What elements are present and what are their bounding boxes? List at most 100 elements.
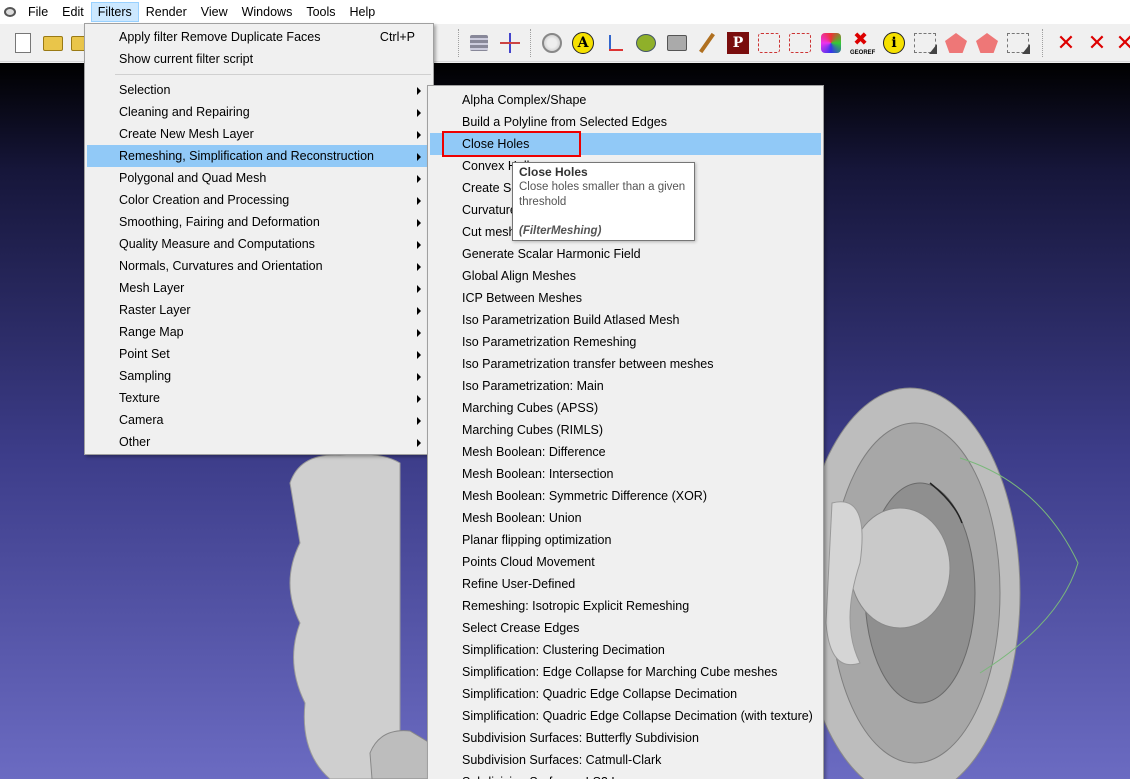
submenu-item-marching-cubes-apss[interactable]: Marching Cubes (APSS)	[430, 397, 821, 419]
submenu-item-simplification-quadric-edge-collapse-decimation-with-texture[interactable]: Simplification: Quadric Edge Collapse De…	[430, 705, 821, 727]
menu-category-raster-layer[interactable]: Raster Layer	[87, 299, 431, 321]
submenu-item-global-align-meshes[interactable]: Global Align Meshes	[430, 265, 821, 287]
delete-vertices-icon[interactable]: ✕	[1053, 30, 1079, 56]
menu-category-label: Remeshing, Simplification and Reconstruc…	[119, 149, 374, 163]
menu-show-filter-script[interactable]: Show current filter script	[87, 48, 431, 70]
submenu-item-label: Simplification: Quadric Edge Collapse De…	[462, 709, 813, 723]
menu-category-create-new-mesh-layer[interactable]: Create New Mesh Layer	[87, 123, 431, 145]
menu-category-normals-curvatures-and-orientation[interactable]: Normals, Curvatures and Orientation	[87, 255, 431, 277]
submenu-item-subdivision-surfaces-ls3-loop[interactable]: Subdivision Surfaces: LS3 Loop	[430, 771, 821, 779]
submenu-item-points-cloud-movement[interactable]: Points Cloud Movement	[430, 551, 821, 573]
submenu-item-label: Iso Parametrization: Main	[462, 379, 604, 393]
submenu-item-select-crease-edges[interactable]: Select Crease Edges	[430, 617, 821, 639]
open-folder-icon[interactable]	[40, 30, 66, 56]
menu-category-selection[interactable]: Selection	[87, 79, 431, 101]
menu-category-point-set[interactable]: Point Set	[87, 343, 431, 365]
submenu-item-simplification-quadric-edge-collapse-decimation[interactable]: Simplification: Quadric Edge Collapse De…	[430, 683, 821, 705]
globe-icon[interactable]	[539, 30, 565, 56]
menu-category-range-map[interactable]: Range Map	[87, 321, 431, 343]
submenu-item-build-a-polyline-from-selected-edges[interactable]: Build a Polyline from Selected Edges	[430, 111, 821, 133]
select-connected-icon[interactable]	[974, 30, 1000, 56]
submenu-item-mesh-boolean-symmetric-difference-xor[interactable]: Mesh Boolean: Symmetric Difference (XOR)	[430, 485, 821, 507]
submenu-item-label: Select Crease Edges	[462, 621, 580, 635]
menu-category-cleaning-and-repairing[interactable]: Cleaning and Repairing	[87, 101, 431, 123]
delete-selected-icon[interactable]: ✕	[1112, 30, 1130, 56]
submenu-item-label: Mesh Boolean: Union	[462, 511, 582, 525]
submenu-item-generate-scalar-harmonic-field[interactable]: Generate Scalar Harmonic Field	[430, 243, 821, 265]
georef-icon[interactable]: ✖ GEOREF	[849, 30, 875, 56]
submenu-item-mesh-boolean-union[interactable]: Mesh Boolean: Union	[430, 507, 821, 529]
delete-faces-icon[interactable]: ✕	[1084, 30, 1110, 56]
info-icon[interactable]: i	[881, 30, 907, 56]
corner-axes-icon[interactable]	[602, 30, 628, 56]
menu-help[interactable]: Help	[343, 2, 383, 22]
menu-category-camera[interactable]: Camera	[87, 409, 431, 431]
menu-category-label: Color Creation and Processing	[119, 193, 290, 207]
menu-category-color-creation-and-processing[interactable]: Color Creation and Processing	[87, 189, 431, 211]
toolbar-separator	[530, 29, 532, 57]
menu-category-mesh-layer[interactable]: Mesh Layer	[87, 277, 431, 299]
menu-file[interactable]: File	[21, 2, 55, 22]
color-icon[interactable]	[818, 30, 844, 56]
menu-category-texture[interactable]: Texture	[87, 387, 431, 409]
menu-category-quality-measure-and-computations[interactable]: Quality Measure and Computations	[87, 233, 431, 255]
submenu-item-label: Simplification: Clustering Decimation	[462, 643, 665, 657]
camera-icon[interactable]	[664, 30, 690, 56]
menu-category-smoothing-fairing-and-deformation[interactable]: Smoothing, Fairing and Deformation	[87, 211, 431, 233]
submenu-item-label: Points Cloud Movement	[462, 555, 595, 569]
menu-category-label: Smoothing, Fairing and Deformation	[119, 215, 320, 229]
submenu-item-icp-between-meshes[interactable]: ICP Between Meshes	[430, 287, 821, 309]
submenu-item-label: ICP Between Meshes	[462, 291, 582, 305]
menu-view[interactable]: View	[194, 2, 235, 22]
submenu-item-iso-parametrization-remeshing[interactable]: Iso Parametrization Remeshing	[430, 331, 821, 353]
select-pointer-icon[interactable]	[1005, 30, 1031, 56]
submenu-item-label: Planar flipping optimization	[462, 533, 612, 547]
menu-filters[interactable]: Filters	[90, 2, 139, 22]
pp-icon[interactable]: P	[725, 30, 751, 56]
menu-category-label: Normals, Curvatures and Orientation	[119, 259, 323, 273]
select-region-icon[interactable]	[943, 30, 969, 56]
app-eye-icon[interactable]	[3, 5, 17, 19]
submenu-item-iso-parametrization-main[interactable]: Iso Parametrization: Main	[430, 375, 821, 397]
menu-category-label: Polygonal and Quad Mesh	[119, 171, 267, 185]
submenu-item-refine-user-defined[interactable]: Refine User-Defined	[430, 573, 821, 595]
submenu-item-alpha-complex-shape[interactable]: Alpha Complex/Shape	[430, 89, 821, 111]
layers-icon[interactable]	[466, 30, 492, 56]
submenu-item-planar-flipping-optimization[interactable]: Planar flipping optimization	[430, 529, 821, 551]
submenu-item-label: Subdivision Surfaces: LS3 Loop	[462, 775, 639, 779]
menu-edit[interactable]: Edit	[55, 2, 91, 22]
submenu-item-iso-parametrization-build-atlased-mesh[interactable]: Iso Parametrization Build Atlased Mesh	[430, 309, 821, 331]
submenu-item-label: Remeshing: Isotropic Explicit Remeshing	[462, 599, 690, 613]
menu-tools[interactable]: Tools	[299, 2, 342, 22]
submenu-item-subdivision-surfaces-catmull-clark[interactable]: Subdivision Surfaces: Catmull-Clark	[430, 749, 821, 771]
submenu-item-remeshing-isotropic-explicit-remeshing[interactable]: Remeshing: Isotropic Explicit Remeshing	[430, 595, 821, 617]
select-faces-icon[interactable]	[912, 30, 938, 56]
submenu-item-simplification-clustering-decimation[interactable]: Simplification: Clustering Decimation	[430, 639, 821, 661]
menu-category-remeshing-simplification-and-reconstruction[interactable]: Remeshing, Simplification and Reconstruc…	[87, 145, 431, 167]
menu-category-label: Create New Mesh Layer	[119, 127, 254, 141]
scribble-icon[interactable]	[756, 30, 782, 56]
submenu-item-label: Iso Parametrization Build Atlased Mesh	[462, 313, 680, 327]
apple-icon[interactable]	[633, 30, 659, 56]
submenu-item-subdivision-surfaces-butterfly-subdivision[interactable]: Subdivision Surfaces: Butterfly Subdivis…	[430, 727, 821, 749]
new-document-icon[interactable]	[10, 30, 36, 56]
menu-apply-last-filter[interactable]: Apply filter Remove Duplicate Faces Ctrl…	[87, 26, 431, 48]
submenu-arrow-icon	[417, 373, 421, 381]
menu-render[interactable]: Render	[139, 2, 194, 22]
paint-brush-icon[interactable]	[694, 30, 720, 56]
axes-icon[interactable]	[497, 30, 523, 56]
submenu-item-iso-parametrization-transfer-between-meshes[interactable]: Iso Parametrization transfer between mes…	[430, 353, 821, 375]
submenu-item-mesh-boolean-difference[interactable]: Mesh Boolean: Difference	[430, 441, 821, 463]
submenu-arrow-icon	[417, 351, 421, 359]
annotation-a-icon[interactable]: A	[570, 30, 596, 56]
submenu-item-mesh-boolean-intersection[interactable]: Mesh Boolean: Intersection	[430, 463, 821, 485]
submenu-item-label: Build a Polyline from Selected Edges	[462, 115, 667, 129]
submenu-item-marching-cubes-rimls[interactable]: Marching Cubes (RIMLS)	[430, 419, 821, 441]
select-vertices-icon[interactable]	[787, 30, 813, 56]
submenu-item-simplification-edge-collapse-for-marching-cube-meshes[interactable]: Simplification: Edge Collapse for Marchi…	[430, 661, 821, 683]
submenu-item-label: Iso Parametrization Remeshing	[462, 335, 637, 349]
menu-category-other[interactable]: Other	[87, 431, 431, 453]
menu-category-sampling[interactable]: Sampling	[87, 365, 431, 387]
menu-category-polygonal-and-quad-mesh[interactable]: Polygonal and Quad Mesh	[87, 167, 431, 189]
menu-windows[interactable]: Windows	[235, 2, 300, 22]
